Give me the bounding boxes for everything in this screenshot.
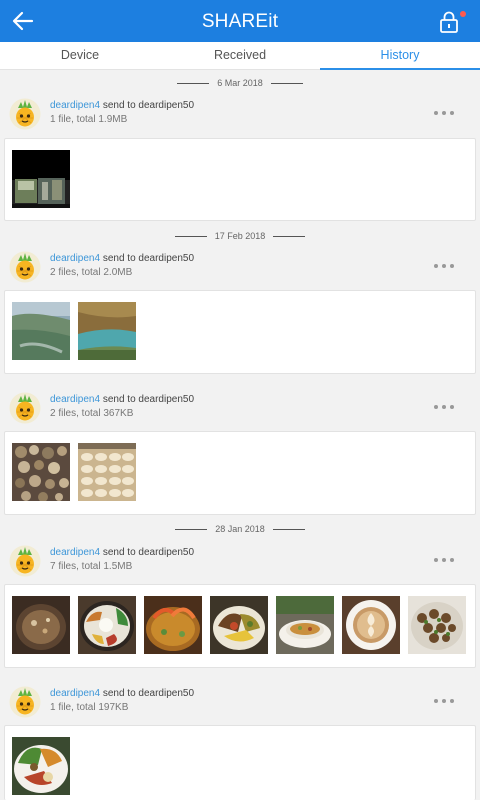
sender-name[interactable]: deardipen4 xyxy=(50,253,100,264)
more-options-icon[interactable] xyxy=(434,555,454,565)
tab-received[interactable]: Received xyxy=(160,42,320,69)
photo-thumbnail[interactable] xyxy=(12,150,70,208)
sender-name[interactable]: deardipen4 xyxy=(50,688,100,699)
date-label: 6 Mar 2018 xyxy=(217,78,263,88)
tab-device[interactable]: Device xyxy=(0,42,160,69)
file-card xyxy=(4,431,476,515)
transfer-summary: 2 files, total 2.0MB xyxy=(50,267,133,278)
file-card xyxy=(4,290,476,374)
sender-name[interactable]: deardipen4 xyxy=(50,547,100,558)
tab-bar: Device Received History xyxy=(0,42,480,70)
photo-thumbnail[interactable] xyxy=(12,302,70,360)
date-separator: 28 Jan 2018 xyxy=(0,524,480,534)
notification-dot xyxy=(460,11,466,17)
photo-thumbnail[interactable] xyxy=(144,596,202,654)
photo-thumbnail[interactable] xyxy=(12,443,70,501)
photo-thumbnail[interactable] xyxy=(78,443,136,501)
sender-name[interactable]: deardipen4 xyxy=(50,394,100,405)
date-label: 28 Jan 2018 xyxy=(215,524,265,534)
transfer-title: deardipen4 send to deardipen50 xyxy=(50,547,194,558)
transfer-summary: 1 file, total 197KB xyxy=(50,702,129,713)
date-separator: 6 Mar 2018 xyxy=(0,78,480,88)
sender-name[interactable]: deardipen4 xyxy=(50,100,100,111)
more-options-icon[interactable] xyxy=(434,261,454,271)
photo-thumbnail[interactable] xyxy=(78,302,136,360)
photo-thumbnail[interactable] xyxy=(12,596,70,654)
transfer-summary: 7 files, total 1.5MB xyxy=(50,561,133,572)
pineapple-avatar-icon xyxy=(9,98,41,130)
more-options-icon[interactable] xyxy=(434,108,454,118)
transfer-title: deardipen4 send to deardipen50 xyxy=(50,394,194,405)
transfer-summary: 1 file, total 1.9MB xyxy=(50,114,128,125)
pineapple-avatar-icon xyxy=(9,392,41,424)
app-title: SHAREit xyxy=(201,11,279,32)
date-label: 17 Feb 2018 xyxy=(214,231,266,241)
photo-thumbnail[interactable] xyxy=(210,596,268,654)
app-bar: SHAREit xyxy=(0,0,480,42)
more-options-icon[interactable] xyxy=(434,696,454,706)
photo-thumbnail[interactable] xyxy=(342,596,400,654)
photo-thumbnail[interactable] xyxy=(12,737,70,795)
date-separator: 17 Feb 2018 xyxy=(0,231,480,241)
file-card xyxy=(4,725,476,800)
pineapple-avatar-icon xyxy=(9,686,41,718)
transfer-action: send to deardipen50 xyxy=(102,100,195,111)
more-options-icon[interactable] xyxy=(434,402,454,412)
file-card xyxy=(4,138,476,221)
pineapple-avatar-icon xyxy=(9,545,41,577)
photo-thumbnail[interactable] xyxy=(78,596,136,654)
file-card xyxy=(4,584,476,668)
transfer-summary: 2 files, total 367KB xyxy=(50,408,134,419)
transfer-action: send to deardipen50 xyxy=(102,253,195,264)
pineapple-avatar-icon xyxy=(9,251,41,283)
transfer-title: deardipen4 send to deardipen50 xyxy=(50,253,194,264)
photo-thumbnail[interactable] xyxy=(276,596,334,654)
transfer-action: send to deardipen50 xyxy=(102,688,195,699)
tab-history[interactable]: History xyxy=(320,42,480,70)
transfer-title: deardipen4 send to deardipen50 xyxy=(50,100,194,111)
photo-thumbnail[interactable] xyxy=(408,596,466,654)
transfer-action: send to deardipen50 xyxy=(102,547,195,558)
transfer-action: send to deardipen50 xyxy=(102,394,195,405)
lock-icon[interactable] xyxy=(438,10,460,34)
transfer-title: deardipen4 send to deardipen50 xyxy=(50,688,194,699)
